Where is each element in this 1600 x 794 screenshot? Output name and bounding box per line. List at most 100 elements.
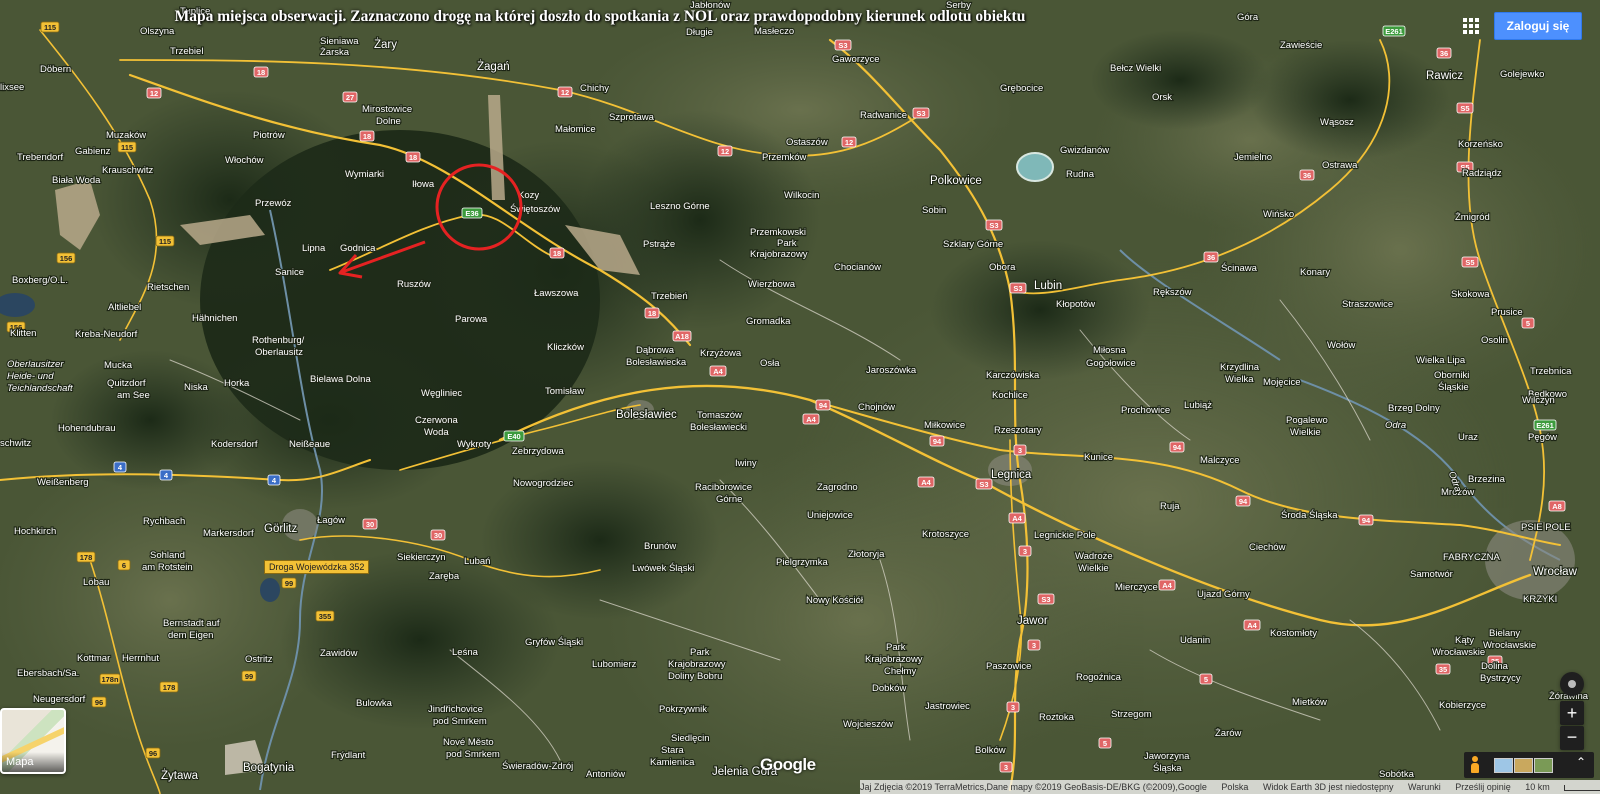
svg-text:Długie: Długie [686, 27, 713, 38]
svg-text:Ujazd Górny: Ujazd Górny [1197, 589, 1250, 600]
svg-text:Herrnhut: Herrnhut [122, 653, 159, 664]
svg-text:Hohendubrau: Hohendubrau [58, 423, 116, 434]
imagery-thumb-icon[interactable] [1494, 758, 1513, 773]
svg-text:Heide- und: Heide- und [7, 371, 54, 382]
svg-text:Kochlice: Kochlice [992, 390, 1028, 401]
svg-text:Przewóz: Przewóz [255, 198, 292, 209]
svg-text:178: 178 [163, 683, 176, 692]
svg-text:E261: E261 [1385, 27, 1403, 36]
svg-text:36: 36 [1440, 49, 1448, 58]
svg-text:Kottmar: Kottmar [77, 653, 110, 664]
svg-text:am Rotstein: am Rotstein [142, 562, 193, 573]
svg-text:Bełcz Wielki: Bełcz Wielki [1110, 63, 1161, 74]
svg-text:A4: A4 [1012, 514, 1022, 523]
svg-text:A4: A4 [806, 415, 816, 424]
svg-text:Pęgów: Pęgów [1528, 432, 1557, 443]
svg-text:schwitz: schwitz [0, 438, 31, 449]
svg-text:Lubin: Lubin [1034, 280, 1062, 292]
svg-text:Bulowka: Bulowka [356, 698, 393, 709]
svg-text:Wołów: Wołów [1327, 340, 1355, 351]
svg-text:Krzyżowa: Krzyżowa [700, 348, 742, 359]
svg-text:E40: E40 [507, 432, 520, 441]
svg-text:Teichlandschaft: Teichlandschaft [7, 383, 73, 394]
svg-text:S5: S5 [1460, 104, 1469, 113]
svg-text:Tomisław: Tomisław [545, 386, 584, 397]
attribution-bar: Jaj Zdjęcia ©2019 TerraMetrics,Dane mapy… [860, 780, 1600, 794]
svg-text:Pstrąże: Pstrąże [643, 239, 675, 250]
svg-text:Lubań: Lubań [464, 556, 490, 567]
svg-text:115: 115 [159, 237, 171, 246]
pegman-icon[interactable] [1470, 756, 1480, 774]
svg-text:Tomaszów: Tomaszów [697, 410, 742, 421]
svg-text:Zawidów: Zawidów [320, 648, 358, 659]
satellite-map[interactable]: 115 115 115 156 156 18 12 27 18 18 12 12… [0, 0, 1600, 794]
svg-text:Samotwór: Samotwór [1410, 569, 1453, 580]
svg-text:Roztoka: Roztoka [1039, 712, 1075, 723]
zoom-out-button[interactable]: − [1560, 726, 1584, 750]
svg-text:Dobków: Dobków [872, 683, 906, 694]
svg-text:S3: S3 [916, 109, 925, 118]
svg-text:Leszno Górne: Leszno Górne [650, 201, 710, 212]
svg-text:A18: A18 [675, 332, 689, 341]
imagery-thumb-icon[interactable] [1514, 758, 1533, 773]
svg-text:Kodersdorf: Kodersdorf [211, 439, 258, 450]
svg-text:A4: A4 [1162, 581, 1172, 590]
feedback-link[interactable]: Prześlij opinię [1455, 782, 1511, 792]
svg-text:Żmigród: Żmigród [1455, 212, 1490, 223]
zoom-in-button[interactable]: + [1560, 701, 1584, 725]
svg-text:Raciborowice: Raciborowice [695, 482, 752, 493]
svg-text:am See: am See [117, 390, 150, 401]
expand-chevron-icon[interactable]: ⌃ [1576, 755, 1586, 769]
svg-text:Park: Park [777, 238, 797, 249]
svg-text:3: 3 [1011, 703, 1015, 712]
svg-text:Legnica: Legnica [991, 469, 1032, 481]
sign-in-button[interactable]: Zaloguj się [1494, 12, 1582, 40]
svg-text:S3: S3 [1041, 595, 1050, 604]
svg-text:Parowa: Parowa [455, 314, 488, 325]
svg-text:156: 156 [60, 254, 73, 263]
svg-text:Jaroszówka: Jaroszówka [866, 365, 917, 376]
svg-text:Ostrawa: Ostrawa [1322, 160, 1358, 171]
svg-text:94: 94 [1239, 497, 1248, 506]
svg-text:Mirostowice: Mirostowice [362, 104, 412, 115]
svg-text:Wielkie: Wielkie [1078, 563, 1109, 574]
svg-text:Bystrzycy: Bystrzycy [1480, 673, 1521, 684]
svg-text:Leśna: Leśna [452, 647, 479, 658]
svg-text:Śląskie: Śląskie [1438, 381, 1469, 393]
svg-text:Legnickie Pole: Legnickie Pole [1034, 530, 1096, 541]
svg-text:Zaręba: Zaręba [429, 571, 460, 582]
svg-text:Bolesławiecki: Bolesławiecki [690, 422, 747, 433]
compass-icon[interactable] [1560, 672, 1584, 696]
svg-text:Złotoryja: Złotoryja [848, 549, 885, 560]
svg-text:Wierzbowa: Wierzbowa [748, 279, 796, 290]
svg-text:3: 3 [1032, 641, 1036, 650]
svg-text:35: 35 [1439, 665, 1447, 674]
google-logo: Google [760, 755, 816, 774]
svg-text:Hochkirch: Hochkirch [14, 526, 56, 537]
apps-grid-icon[interactable] [1463, 18, 1479, 34]
svg-text:Grębocice: Grębocice [1000, 83, 1043, 94]
svg-text:Wilkocin: Wilkocin [784, 190, 819, 201]
svg-text:S3: S3 [979, 480, 988, 489]
svg-text:Przemków: Przemków [762, 152, 806, 163]
svg-text:Muzaków: Muzaków [106, 130, 146, 141]
map-type-label: Mapa [2, 752, 64, 772]
svg-text:Krajobrazowy: Krajobrazowy [750, 249, 808, 260]
svg-text:Rawicz: Rawicz [1426, 70, 1463, 82]
svg-text:A4: A4 [1247, 621, 1257, 630]
terms-link[interactable]: Warunki [1408, 782, 1441, 792]
route-badge[interactable]: Droga Wojewódzka 352 [264, 560, 370, 574]
svg-text:Ciechów: Ciechów [1249, 542, 1286, 553]
svg-text:Górne: Górne [716, 494, 742, 505]
svg-text:Sanice: Sanice [275, 267, 304, 278]
svg-text:18: 18 [409, 153, 417, 162]
svg-text:12: 12 [150, 89, 158, 98]
svg-text:Prusice: Prusice [1491, 307, 1523, 318]
svg-text:Wilczyn: Wilczyn [1522, 395, 1555, 406]
map-type-toggle[interactable]: Mapa [0, 708, 66, 774]
svg-text:96: 96 [95, 698, 103, 707]
svg-text:Chojnów: Chojnów [858, 402, 895, 413]
svg-text:FABRYCZNA: FABRYCZNA [1443, 552, 1501, 563]
imagery-thumb-icon[interactable] [1534, 758, 1553, 773]
svg-text:Woda: Woda [424, 427, 449, 438]
